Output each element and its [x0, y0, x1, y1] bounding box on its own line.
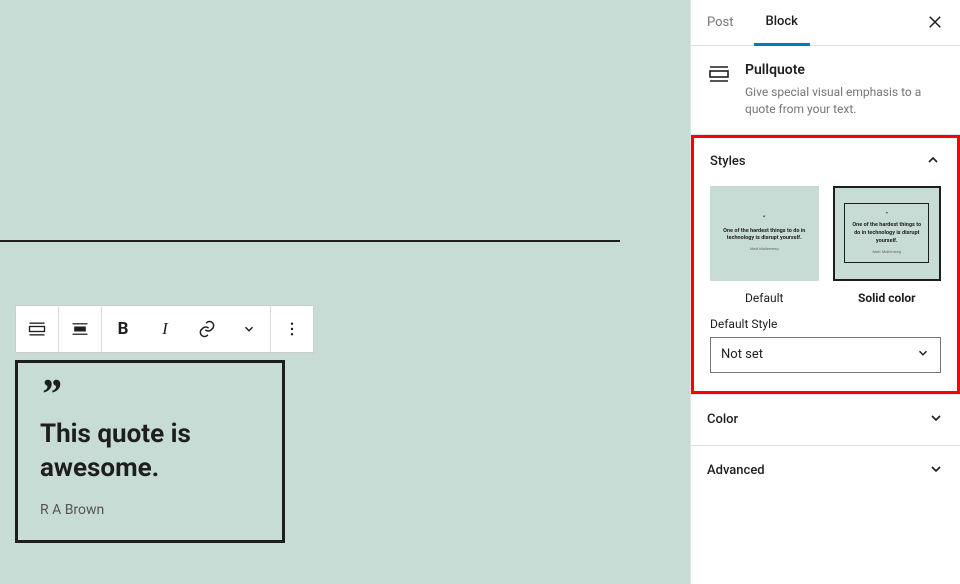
advanced-panel-toggle[interactable]: Advanced	[691, 445, 960, 496]
styles-panel-title: Styles	[710, 154, 746, 169]
default-style-select[interactable]: Not set	[710, 337, 941, 373]
link-button[interactable]	[186, 306, 228, 352]
tab-post[interactable]: Post	[707, 1, 746, 44]
default-style-label: Default Style	[710, 317, 941, 331]
more-options-button[interactable]	[271, 306, 313, 352]
pullquote-icon	[707, 62, 731, 118]
style-options: ” One of the hardest things to do in tec…	[694, 186, 957, 317]
block-header: Pullquote Give special visual emphasis t…	[691, 46, 960, 135]
style-sample-text: One of the hardest things to do in techn…	[849, 222, 924, 245]
style-sample-text: One of the hardest things to do in techn…	[717, 228, 812, 243]
advanced-panel-title: Advanced	[707, 463, 765, 478]
block-description: Give special visual emphasis to a quote …	[745, 84, 944, 118]
chevron-up-icon	[925, 152, 941, 172]
style-option-default[interactable]: ” One of the hardest things to do in tec…	[710, 186, 819, 305]
quote-mark-icon: ”	[40, 385, 260, 406]
bold-button[interactable]: B	[102, 306, 144, 352]
settings-sidebar: Post Block Pullquote Give special visual…	[690, 0, 960, 584]
style-preview-default: ” One of the hardest things to do in tec…	[710, 186, 819, 281]
more-richtext-button[interactable]	[228, 306, 270, 352]
editor-canvas: B I ” This quote is awesome. R A Brown	[0, 0, 690, 584]
pullquote-block-type-button[interactable]	[16, 306, 58, 352]
styles-panel-toggle[interactable]: Styles	[694, 138, 957, 186]
styles-panel: Styles ” One of the hardest things to do…	[691, 135, 960, 394]
color-panel-toggle[interactable]: Color	[691, 394, 960, 445]
style-option-solid[interactable]: ” One of the hardest things to do in tec…	[833, 186, 942, 305]
color-panel-title: Color	[707, 412, 738, 427]
block-toolbar: B I	[15, 305, 314, 353]
pullquote-citation[interactable]: R A Brown	[40, 502, 260, 518]
style-preview-solid: ” One of the hardest things to do in tec…	[833, 186, 942, 281]
sidebar-tabs: Post Block	[691, 0, 960, 46]
tab-block[interactable]: Block	[754, 0, 810, 46]
style-sample-cite: Matt Mullenweg	[849, 249, 924, 255]
close-sidebar-button[interactable]	[926, 12, 944, 36]
chevron-down-icon	[928, 410, 944, 430]
pullquote-block[interactable]: ” This quote is awesome. R A Brown	[15, 360, 285, 543]
chevron-down-icon	[916, 346, 930, 364]
italic-button[interactable]: I	[144, 306, 186, 352]
style-label-default: Default	[710, 291, 819, 305]
block-title: Pullquote	[745, 62, 944, 78]
default-style-value: Not set	[721, 347, 763, 362]
style-label-solid: Solid color	[833, 291, 942, 305]
style-sample-cite: Matt Mullenweg	[717, 246, 812, 252]
pullquote-text[interactable]: This quote is awesome.	[40, 418, 260, 486]
chevron-down-icon	[928, 461, 944, 481]
align-button[interactable]	[59, 306, 101, 352]
default-style-section: Default Style Not set	[694, 317, 957, 391]
canvas-divider	[0, 240, 620, 242]
